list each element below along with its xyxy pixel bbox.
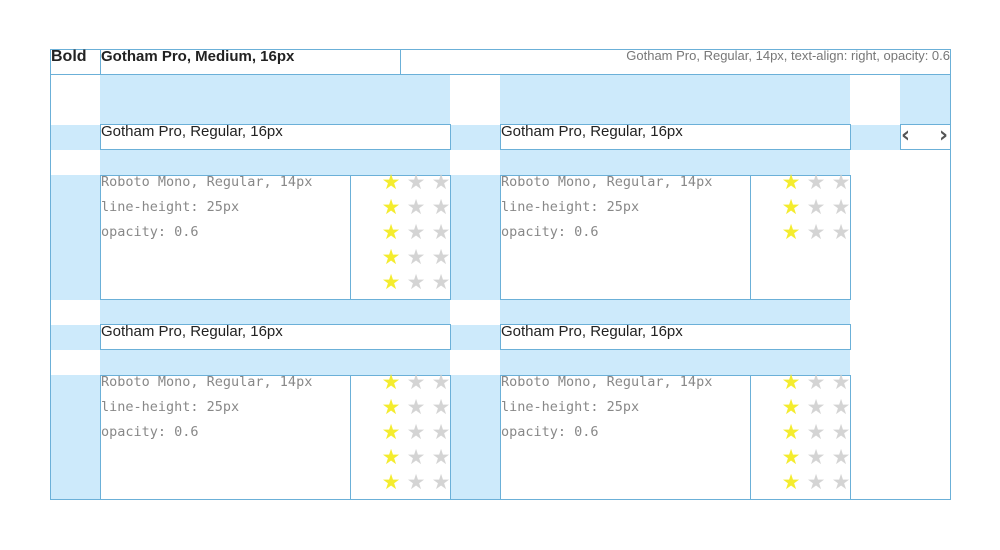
code-line: Roboto Mono, Regular, 14px <box>101 174 313 190</box>
star-icon: ★ <box>831 370 851 394</box>
code-line: line-height: 25px <box>101 399 240 415</box>
star-icon: ★ <box>406 370 426 394</box>
star-icon: ★ <box>806 370 826 394</box>
star-icon: ★ <box>431 220 451 244</box>
chevron-right-icon[interactable]: › <box>939 125 948 147</box>
star-icon: ★ <box>431 420 451 444</box>
star-icon: ★ <box>406 420 426 444</box>
star-icon: ★ <box>381 470 401 494</box>
star-icon: ★ <box>806 445 826 469</box>
header-right-spec: Gotham Pro, Regular, 14px, text-align: r… <box>400 49 951 75</box>
star-icon: ★ <box>806 220 826 244</box>
code-line: opacity: 0.6 <box>501 424 599 440</box>
code-line: opacity: 0.6 <box>101 224 199 240</box>
code-line: opacity: 0.6 <box>501 224 599 240</box>
card-title: Gotham Pro, Regular, 16px <box>500 124 851 150</box>
star-icon: ★ <box>381 195 401 219</box>
rating-column: ★ ★ ★ ★ ★ ★ ★ ★ ★ ★ ★ ★ ★ ★ ★ <box>750 370 851 500</box>
code-line: line-height: 25px <box>501 399 640 415</box>
star-icon: ★ <box>831 170 851 194</box>
card-title: Gotham Pro, Regular, 16px <box>500 324 851 350</box>
star-icon: ★ <box>406 395 426 419</box>
star-icon: ★ <box>431 195 451 219</box>
star-icon: ★ <box>406 220 426 244</box>
star-icon: ★ <box>831 220 851 244</box>
star-icon: ★ <box>381 395 401 419</box>
rating-column: ★ ★ ★ ★ ★ ★ ★ ★ ★ <box>750 170 851 300</box>
star-icon: ★ <box>431 170 451 194</box>
star-icon: ★ <box>806 420 826 444</box>
code-line: Roboto Mono, Regular, 14px <box>501 374 713 390</box>
star-icon: ★ <box>381 420 401 444</box>
rating-column: ★ ★ ★ ★ ★ ★ ★ ★ ★ ★ ★ ★ ★ ★ ★ <box>350 170 451 300</box>
star-icon: ★ <box>406 245 426 269</box>
star-icon: ★ <box>406 445 426 469</box>
header-title-spec: Gotham Pro, Medium, 16px <box>100 49 401 75</box>
code-line: line-height: 25px <box>501 199 640 215</box>
card-title: Gotham Pro, Regular, 16px <box>100 324 451 350</box>
pager: ‹ › <box>900 124 951 150</box>
code-line: Roboto Mono, Regular, 14px <box>101 374 313 390</box>
star-icon: ★ <box>831 395 851 419</box>
chevron-left-icon[interactable]: ‹ <box>901 125 910 147</box>
star-icon: ★ <box>781 370 801 394</box>
star-icon: ★ <box>431 470 451 494</box>
star-icon: ★ <box>381 270 401 294</box>
star-icon: ★ <box>381 245 401 269</box>
star-icon: ★ <box>831 470 851 494</box>
star-icon: ★ <box>431 395 451 419</box>
code-line: opacity: 0.6 <box>101 424 199 440</box>
code-line: Roboto Mono, Regular, 14px <box>501 174 713 190</box>
rating-column: ★ ★ ★ ★ ★ ★ ★ ★ ★ ★ ★ ★ ★ ★ ★ <box>350 370 451 500</box>
star-icon: ★ <box>781 420 801 444</box>
star-icon: ★ <box>406 170 426 194</box>
star-icon: ★ <box>806 470 826 494</box>
card-code-box: Roboto Mono, Regular, 14px line-height: … <box>100 375 351 500</box>
star-icon: ★ <box>381 445 401 469</box>
star-icon: ★ <box>406 470 426 494</box>
card-title: Gotham Pro, Regular, 16px <box>100 124 451 150</box>
star-icon: ★ <box>781 470 801 494</box>
star-icon: ★ <box>381 220 401 244</box>
star-icon: ★ <box>806 170 826 194</box>
star-icon: ★ <box>406 270 426 294</box>
card-code-box: Roboto Mono, Regular, 14px line-height: … <box>500 175 751 300</box>
star-icon: ★ <box>806 195 826 219</box>
card-code-box: Roboto Mono, Regular, 14px line-height: … <box>100 175 351 300</box>
star-icon: ★ <box>431 370 451 394</box>
star-icon: ★ <box>831 445 851 469</box>
star-icon: ★ <box>781 195 801 219</box>
star-icon: ★ <box>781 170 801 194</box>
star-icon: ★ <box>831 195 851 219</box>
star-icon: ★ <box>781 445 801 469</box>
code-line: line-height: 25px <box>101 199 240 215</box>
star-icon: ★ <box>431 245 451 269</box>
star-icon: ★ <box>831 420 851 444</box>
bold-label: Bold <box>50 49 101 75</box>
star-icon: ★ <box>781 395 801 419</box>
star-icon: ★ <box>806 395 826 419</box>
bold-label-text: Bold <box>51 48 87 65</box>
card-code-box: Roboto Mono, Regular, 14px line-height: … <box>500 375 751 500</box>
star-icon: ★ <box>781 220 801 244</box>
star-icon: ★ <box>431 445 451 469</box>
star-icon: ★ <box>431 270 451 294</box>
star-icon: ★ <box>381 370 401 394</box>
star-icon: ★ <box>381 170 401 194</box>
star-icon: ★ <box>406 195 426 219</box>
